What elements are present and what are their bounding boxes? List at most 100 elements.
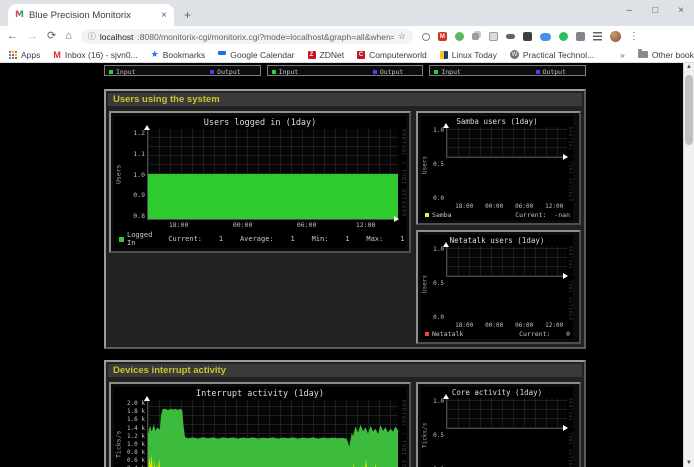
bookmark-star-icon[interactable]: ☆ (398, 31, 406, 42)
y-axis-ticks: 1.00.50.0 (429, 127, 446, 202)
gmail-extension-icon[interactable]: M (438, 32, 447, 41)
address-bar[interactable]: ⓘ localhost :8080/monitorix-cgi/monitori… (81, 29, 413, 44)
x-axis-arrow-icon (563, 273, 568, 279)
logged-in-swatch (119, 237, 124, 242)
net-graph-partial[interactable]: Input Output (267, 65, 424, 76)
linux-today-icon (440, 51, 448, 59)
bookmarks-bar: Apps MInbox (16) - sjvn0... ★Bookmarks G… (0, 47, 694, 63)
url-path: :8080/monitorix-cgi/monitorix.cgi?mode=l… (137, 32, 393, 42)
input-legend-swatch (109, 70, 113, 74)
bookmark-zdnet[interactable]: ZZDNet (308, 50, 345, 60)
section-interrupts: Devices interrupt activity Interrupt act… (104, 360, 586, 467)
netatalk-users-graph[interactable]: Netatalk users (1day) Users 1.00.50.0 (416, 230, 581, 344)
menu-kebab-icon[interactable]: ⋮ (629, 31, 639, 42)
bookmark-gmail-inbox[interactable]: MInbox (16) - sjvn0... (53, 50, 137, 60)
y-axis-label: Users (421, 246, 429, 321)
forward-icon[interactable]: → (27, 31, 38, 42)
graph-legend: Logged In Current: 1 Average: 1 Min: 1 M… (114, 228, 406, 248)
y-axis-label: Users (421, 127, 429, 202)
feedly-extension-icon[interactable] (455, 32, 464, 41)
graph-title: Users logged in (1day) (114, 116, 406, 129)
gmail-icon: M (53, 50, 61, 60)
rrdtool-watermark: RRDTOOL / TOBI OETIKER (567, 246, 573, 321)
input-legend-swatch (272, 70, 276, 74)
y-axis-arrow-icon (144, 396, 150, 401)
new-tab-button[interactable]: + (184, 9, 191, 21)
extension-icons: M ⋮ (422, 31, 639, 42)
section-users-body: Users logged in (1day) Users 1.21.11.00.… (106, 108, 584, 347)
plot-area (147, 129, 398, 220)
tab-close-icon[interactable]: × (161, 10, 167, 21)
url-host: localhost (100, 32, 134, 42)
reader-extension-icon[interactable] (506, 34, 515, 39)
other-bookmarks-button[interactable]: Other bookmarks (638, 50, 694, 60)
computerworld-icon: C (357, 51, 365, 59)
maximize-button[interactable]: □ (652, 5, 658, 16)
bookmark-apps[interactable]: Apps (9, 50, 40, 60)
output-legend-swatch (373, 70, 377, 74)
notes-extension-icon[interactable] (489, 32, 498, 41)
monitorix-content: Input Output Input Output Input Output U… (104, 65, 586, 467)
graph-stats: Current: 1 Average: 1 Min: 1 Max: 1 (168, 235, 404, 243)
x-axis-ticks: 18:00 00:00 06:00 12:00 (146, 220, 397, 228)
close-button[interactable]: × (678, 5, 684, 16)
back-icon[interactable]: ← (7, 31, 18, 42)
blue-pill-extension-icon[interactable] (540, 33, 551, 41)
page-scrollbar[interactable]: ▲ ▼ (683, 63, 694, 467)
rrdtool-watermark: RRDTOOL / TOBI OETIKER (567, 398, 573, 467)
evernote-extension-icon[interactable] (559, 32, 568, 41)
home-icon[interactable]: ⌂ (65, 31, 72, 42)
section-users-title: Users using the system (108, 93, 582, 106)
net-graph-partial[interactable]: Input Output (429, 65, 586, 76)
apps-grid-icon (9, 51, 11, 53)
y-axis-arrow-icon (443, 123, 449, 128)
x-axis-ticks: 18:00 00:00 06:00 12:00 (445, 321, 565, 328)
output-legend-swatch (210, 70, 214, 74)
users-logged-in-graph[interactable]: Users logged in (1day) Users 1.21.11.00.… (109, 111, 411, 253)
browser-toolbar: ← → ⟳ ⌂ ⓘ localhost :8080/monitorix-cgi/… (0, 26, 694, 47)
bookmarks-overflow-chevron[interactable]: » (620, 50, 625, 60)
plot-area (446, 127, 567, 158)
search-extension-icon[interactable] (422, 33, 430, 41)
bookmark-google-calendar[interactable]: Google Calendar (218, 50, 294, 60)
net-graph-partial[interactable]: Input Output (104, 65, 261, 76)
page-info-icon[interactable]: ⓘ (88, 31, 96, 42)
y-axis-label: Ticks/s (421, 398, 429, 467)
minimize-button[interactable]: – (627, 5, 633, 16)
tab-strip: M Blue Precision Monitorix × + – □ × (0, 0, 694, 26)
section-interrupts-title: Devices interrupt activity (108, 364, 582, 377)
tab-list-icon[interactable] (593, 32, 602, 42)
scroll-up-icon[interactable]: ▲ (686, 64, 692, 70)
y-axis-ticks: 1.21.11.00.90.8 (123, 129, 147, 220)
bookmark-practical-technology[interactable]: WPractical Technol... (510, 50, 594, 60)
bookmark-linux-today[interactable]: Linux Today (440, 50, 497, 60)
profile-avatar[interactable] (610, 31, 621, 42)
reload-icon[interactable]: ⟳ (47, 31, 56, 42)
zdnet-icon: Z (308, 51, 316, 59)
bookmark-bookmarks[interactable]: ★Bookmarks (151, 49, 206, 60)
copy-pages-extension-icon[interactable] (472, 33, 479, 40)
scrollbar-thumb[interactable] (685, 75, 693, 145)
rrdtool-watermark: RRDTOOL / TOBI OETIKER (398, 400, 406, 467)
samba-users-graph[interactable]: Samba users (1day) Users 1.00.50.0 (416, 111, 581, 225)
bookmark-computerworld[interactable]: CComputerworld (357, 50, 427, 60)
interrupts-right-column: Core activity (1day) Ticks/s 1.00.50.0 (416, 382, 581, 467)
rrdtool-watermark: RRDTOOL / TOBI OETIKER (398, 129, 406, 220)
extensions-puzzle-icon[interactable] (576, 32, 585, 41)
graph-current: Current: 0 (519, 330, 570, 338)
output-legend-swatch (536, 70, 540, 74)
dark-extension-icon[interactable] (523, 32, 532, 41)
plot-area (446, 398, 567, 429)
x-axis-ticks: 18:00 00:00 06:00 12:00 (445, 202, 565, 209)
interrupt-activity-graph[interactable]: Interrupt activity (1day) Ticks/s 2.0 k1… (109, 382, 411, 467)
core-activity-graph[interactable]: Core activity (1day) Ticks/s 1.00.50.0 (416, 382, 581, 467)
y-axis-label: Ticks/s (114, 400, 123, 467)
previous-graphs-partial-row: Input Output Input Output Input Output (104, 65, 586, 76)
x-axis-arrow-icon (563, 425, 568, 431)
section-users: Users using the system Users logged in (… (104, 89, 586, 349)
x-axis-arrow-icon (563, 154, 568, 160)
scroll-down-icon[interactable]: ▼ (686, 460, 692, 466)
tab-blue-precision-monitorix[interactable]: M Blue Precision Monitorix × (8, 4, 174, 26)
samba-swatch (425, 213, 429, 217)
users-right-column: Samba users (1day) Users 1.00.50.0 (416, 111, 581, 344)
